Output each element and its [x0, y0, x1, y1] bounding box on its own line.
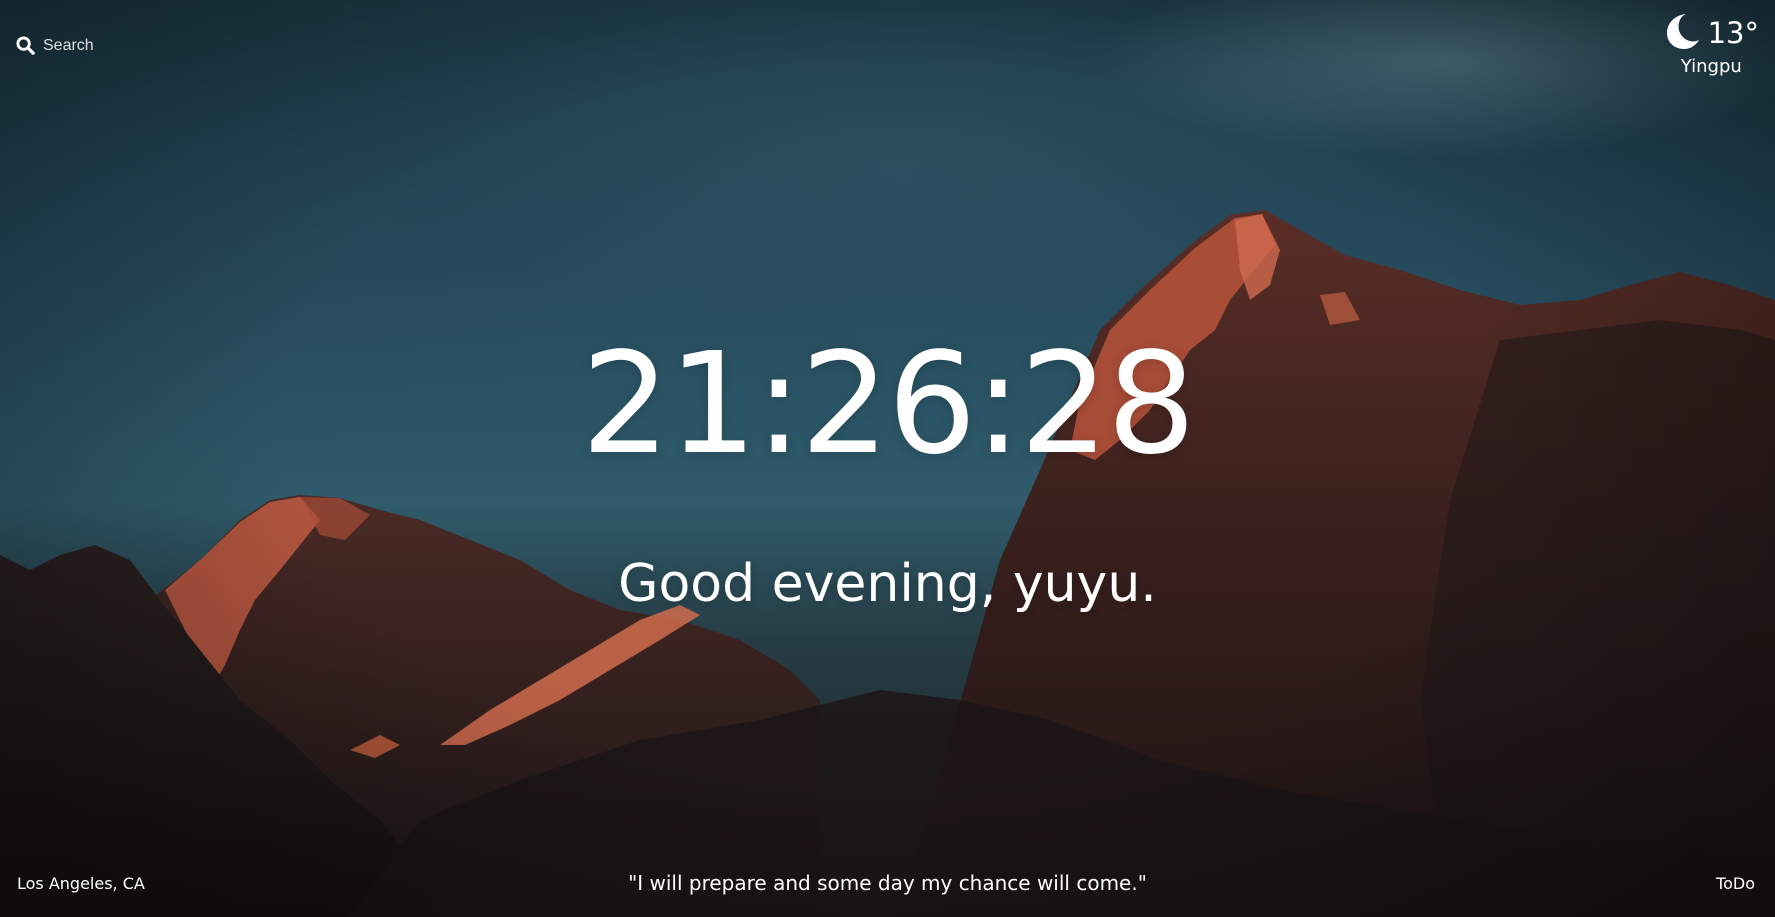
- clock-time: 21:26:28: [581, 323, 1196, 486]
- greeting-text: Good evening, yuyu.: [618, 554, 1157, 614]
- todo-button[interactable]: ToDo: [1716, 874, 1755, 893]
- weather-location: Yingpu: [1680, 56, 1742, 77]
- weather-widget[interactable]: 13° Yingpu: [1664, 12, 1759, 77]
- background-photo: 13° Yingpu 21:26:28 Good evening, yuyu. …: [0, 0, 1775, 917]
- moon-icon: [1664, 12, 1700, 54]
- search-input[interactable]: [43, 36, 243, 55]
- search-bar[interactable]: [16, 36, 243, 55]
- search-icon[interactable]: [16, 36, 35, 55]
- quote-text: "I will prepare and some day my chance w…: [628, 871, 1147, 895]
- temperature: 13°: [1707, 16, 1759, 50]
